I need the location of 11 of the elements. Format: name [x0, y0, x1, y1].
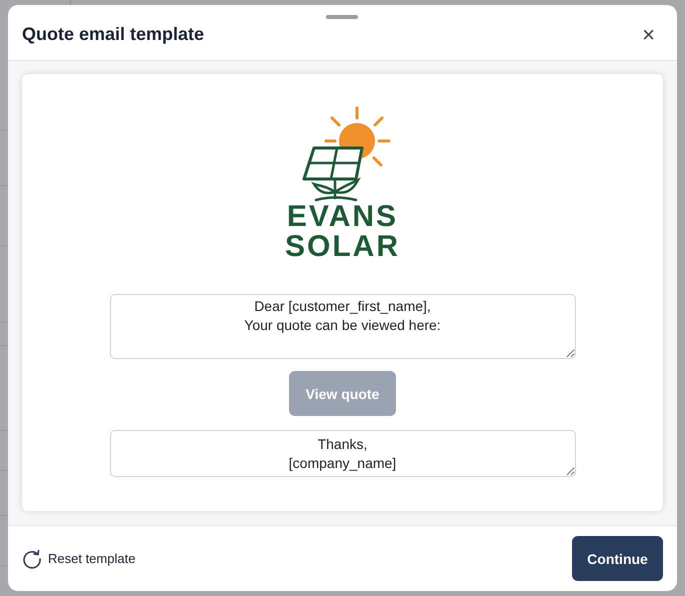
logo-text: SOLAR [285, 232, 400, 262]
continue-button[interactable]: Continue [572, 536, 663, 581]
dialog-title: Quote email template [22, 24, 204, 45]
drag-handle[interactable] [326, 15, 358, 19]
sun-solar-panel-icon [300, 106, 392, 202]
close-button[interactable]: × [638, 22, 659, 48]
reset-icon [22, 548, 42, 568]
logo-text: EVANS [286, 202, 398, 232]
signoff-field[interactable]: Thanks, [company_name] [110, 430, 576, 477]
reset-template-button[interactable]: Reset template [22, 548, 136, 568]
greeting-field[interactable]: Dear [customer_first_name], Your quote can be viewed here: [110, 294, 576, 359]
